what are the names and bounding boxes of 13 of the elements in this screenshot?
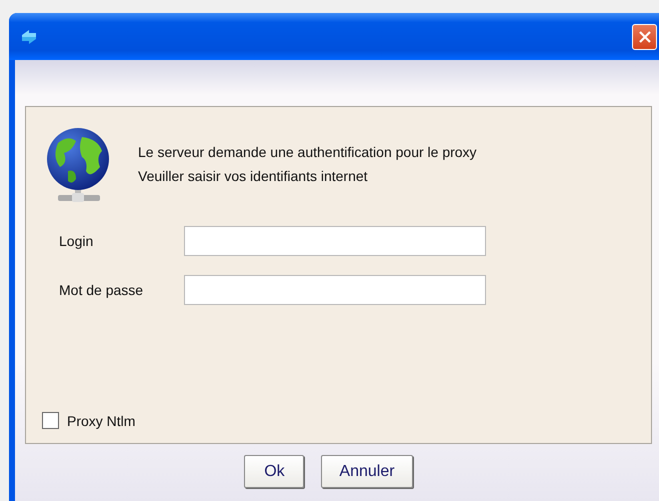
arrows-icon [21, 28, 37, 44]
message-text: Le serveur demande une authentification pour le proxy [138, 143, 477, 162]
checkbox-label: Proxy Ntlm [67, 412, 136, 428]
close-icon [638, 30, 652, 44]
close-button[interactable] [632, 24, 657, 50]
input-field[interactable] [184, 275, 486, 305]
field-label: Login [59, 233, 94, 249]
ok-button[interactable]: Ok [244, 455, 304, 488]
cancel-button[interactable]: Annuler [321, 455, 413, 488]
checkbox[interactable] [42, 412, 59, 429]
input-field[interactable] [184, 226, 486, 256]
message-text: Veuiller saisir vos identifiants internet [138, 167, 369, 186]
field-label: Mot de passe [59, 282, 144, 298]
